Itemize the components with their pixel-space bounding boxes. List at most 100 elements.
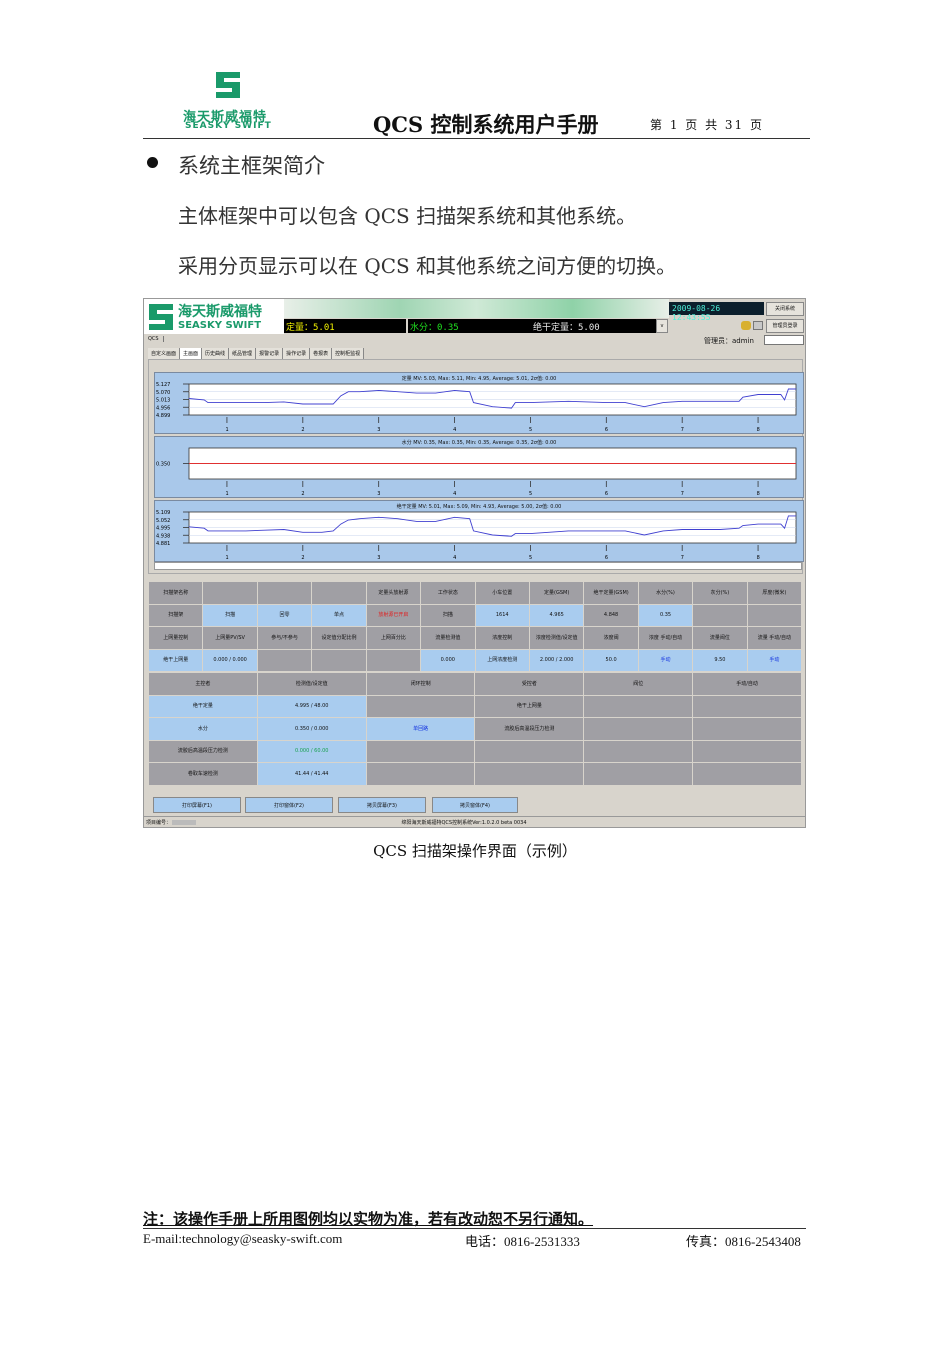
grid-cell: 小车位置 (475, 582, 530, 604)
y-tick-label: 5.052 (156, 518, 170, 524)
page-number: 第 1 页 共 31 页 (650, 118, 764, 132)
grid-cell: 流量阀位 (693, 627, 748, 649)
x-tick-label: 8 (757, 555, 760, 561)
tab-5[interactable]: 操作记录 (283, 348, 311, 359)
grid-cell (584, 718, 694, 740)
grid-cell: 流胶后高温段压力检测 (149, 740, 258, 762)
x-tick-label: 2 (301, 427, 304, 433)
grid-cell[interactable]: 绝干定量 (149, 695, 258, 717)
tab-3[interactable]: 纸品管理 (229, 348, 257, 359)
tab-7[interactable]: 控制柜监视 (332, 348, 365, 359)
y-tick-label: 5.070 (156, 390, 170, 396)
x-tick-label: 7 (681, 555, 684, 561)
grid-cell[interactable]: 4.965 (529, 604, 585, 626)
grid-row: 主控者 检测值/设定值 闭环控制 受控者 阀位 手动/自动 (149, 673, 802, 696)
tab-6[interactable]: 卷报表 (310, 348, 333, 359)
trend-chart-basis-weight: 定量 MV: 5.03, Max: 5.11, Min: 4.95, Avera… (154, 372, 804, 434)
grid-cell (584, 695, 694, 717)
y-tick-label: 4.995 (156, 526, 170, 532)
x-tick-label: 6 (605, 491, 608, 497)
grid-cell (693, 604, 748, 626)
keyboard-icon[interactable] (753, 321, 763, 330)
control-loop-grid: 主控者 检测值/设定值 闭环控制 受控者 阀位 手动/自动 绝干定量 4.995 / 48.0… (149, 673, 802, 786)
print-screen-button[interactable]: 打印屏幕(F1) (153, 797, 241, 813)
grid-cell[interactable]: 0.35 (638, 604, 694, 626)
x-tick-label: 2 (301, 491, 304, 497)
status-bar: 项目编号： 绵阳海天斯威福特QCS控制系统Ver:1.0.2.0 beta 00… (144, 816, 805, 827)
grid-row: 绝干定量 4.995 / 48.00 绝干上网量 (149, 695, 802, 718)
grid-cell[interactable]: 扫描 (203, 604, 258, 626)
grid-cell: 主控者 (149, 673, 258, 695)
grid-cell: 放射源已开启 (366, 604, 422, 626)
measurement-basis-weight: 定量：5.01 (284, 319, 406, 333)
grid-cell: 上网量控制 (149, 627, 204, 649)
grid-row: 扫描架名称 定量头放射源 工作状态 小车位置 定量(GSM) 绝干定量(GSM) 水分(%)… (149, 582, 803, 605)
trend-chart-moisture: 水分 MV: 0.35, Max: 0.35, Min: 0.35, Avera… (154, 436, 804, 498)
grid-cell[interactable]: 回零 (257, 604, 313, 626)
y-tick-label: 4.881 (156, 541, 170, 547)
grid-cell[interactable]: 9.50 (693, 649, 748, 671)
grid-cell: 上网百分比 (366, 627, 422, 649)
tab-2[interactable]: 历史曲线 (202, 348, 230, 359)
grid-cell: 流量 手动/自动 (747, 627, 803, 649)
system-tab-qcs[interactable]: QCS (148, 336, 164, 342)
grid-cell: 扫描架名称 (149, 582, 204, 604)
grid-cell: 流量检测值 (421, 627, 476, 649)
y-tick-label: 0.350 (156, 462, 170, 468)
footer-email: E-mail:technology@seasky-swift.com (143, 1231, 343, 1246)
tab-0[interactable]: 自定义画面 (148, 348, 181, 359)
paragraph: 采用分页显示可以在 QCS 和其他系统之间方便的切换。 (178, 254, 677, 278)
grid-cell[interactable]: 0.350 / 0.000 (257, 718, 367, 740)
grid-cell[interactable]: 手动 (747, 649, 803, 671)
user-select[interactable] (764, 335, 804, 345)
grid-cell (366, 763, 476, 785)
chart-plot: 5.109 5.052 4.9954.938 4.881 1 2 3 4 5 6 7 8 (156, 510, 797, 561)
binoculars-icon[interactable] (741, 321, 751, 330)
copy-screen-button[interactable]: 拷贝屏幕(F3) (338, 797, 426, 813)
grid-cell (203, 582, 258, 604)
app-logo-cn: 海天斯威福特 (178, 304, 262, 320)
close-system-button[interactable]: 关闭系统 (766, 302, 804, 316)
x-tick-label: 5 (529, 427, 532, 433)
grid-cell: 卷取车速检测 (149, 763, 258, 785)
measurement-dropdown[interactable]: v (656, 319, 668, 333)
x-tick-label: 8 (757, 427, 760, 433)
grid-cell[interactable]: 0.000 (421, 649, 476, 671)
copy-window-button[interactable]: 拷贝窗体(F4) (432, 797, 518, 813)
grid-cell[interactable]: 单回路 (366, 718, 476, 740)
grid-cell[interactable]: 4.995 / 48.00 (257, 695, 367, 717)
horizontal-scrollbar[interactable] (154, 562, 802, 570)
grid-cell: 4.848 (584, 604, 639, 626)
grid-cell: 扫描架 (149, 604, 204, 626)
tab-1[interactable]: 主画面 (180, 348, 203, 359)
grid-cell (475, 740, 585, 762)
grid-cell (584, 740, 694, 762)
grid-cell: 参与/不参与 (257, 627, 313, 649)
tab-4[interactable]: 报警记录 (256, 348, 284, 359)
grid-cell[interactable]: 0.000 / 0.000 (203, 649, 258, 671)
datetime-display: 2009-08-26 12:43:55 (669, 302, 764, 322)
grid-cell[interactable]: 0.000 / 60.00 (257, 740, 367, 762)
grid-cell[interactable]: 1614 (475, 604, 530, 626)
admin-login-button[interactable]: 管理员登录 (766, 319, 804, 333)
grid-cell: 灰分(%) (693, 582, 748, 604)
grid-cell: 流胶后高温段压力检测 (475, 718, 585, 740)
x-tick-label: 3 (377, 427, 380, 433)
grid-cell (366, 740, 476, 762)
grid-cell[interactable]: 上网浓度检测 (475, 649, 530, 671)
trend-chart-dry-weight: 绝干定量 MV: 5.01, Max: 5.09, Min: 4.93, Ave… (154, 500, 804, 562)
grid-cell[interactable]: 41.44 / 41.44 (257, 763, 367, 785)
footer-divider (143, 1228, 806, 1229)
grid-cell[interactable]: 2.000 / 2.000 (529, 649, 585, 671)
print-window-button[interactable]: 打印窗体(F2) (245, 797, 333, 813)
footer-fax: 传真：0816-2543408 (686, 1234, 801, 1249)
grid-cell[interactable]: 绝干上网量 (149, 649, 204, 671)
grid-cell[interactable]: 50.0 (584, 649, 639, 671)
grid-cell[interactable]: 单点 (312, 604, 367, 626)
grid-cell (693, 695, 802, 717)
current-user: 管理员：admin (704, 337, 754, 345)
grid-row: 上网量控制 上网量PV/SV 参与/不参与 设定值分配比例 上网百分比 流量检测值 浓度控制… (149, 627, 803, 650)
grid-cell (693, 763, 802, 785)
grid-cell[interactable]: 手动 (638, 649, 694, 671)
grid-cell[interactable]: 水分 (149, 718, 258, 740)
